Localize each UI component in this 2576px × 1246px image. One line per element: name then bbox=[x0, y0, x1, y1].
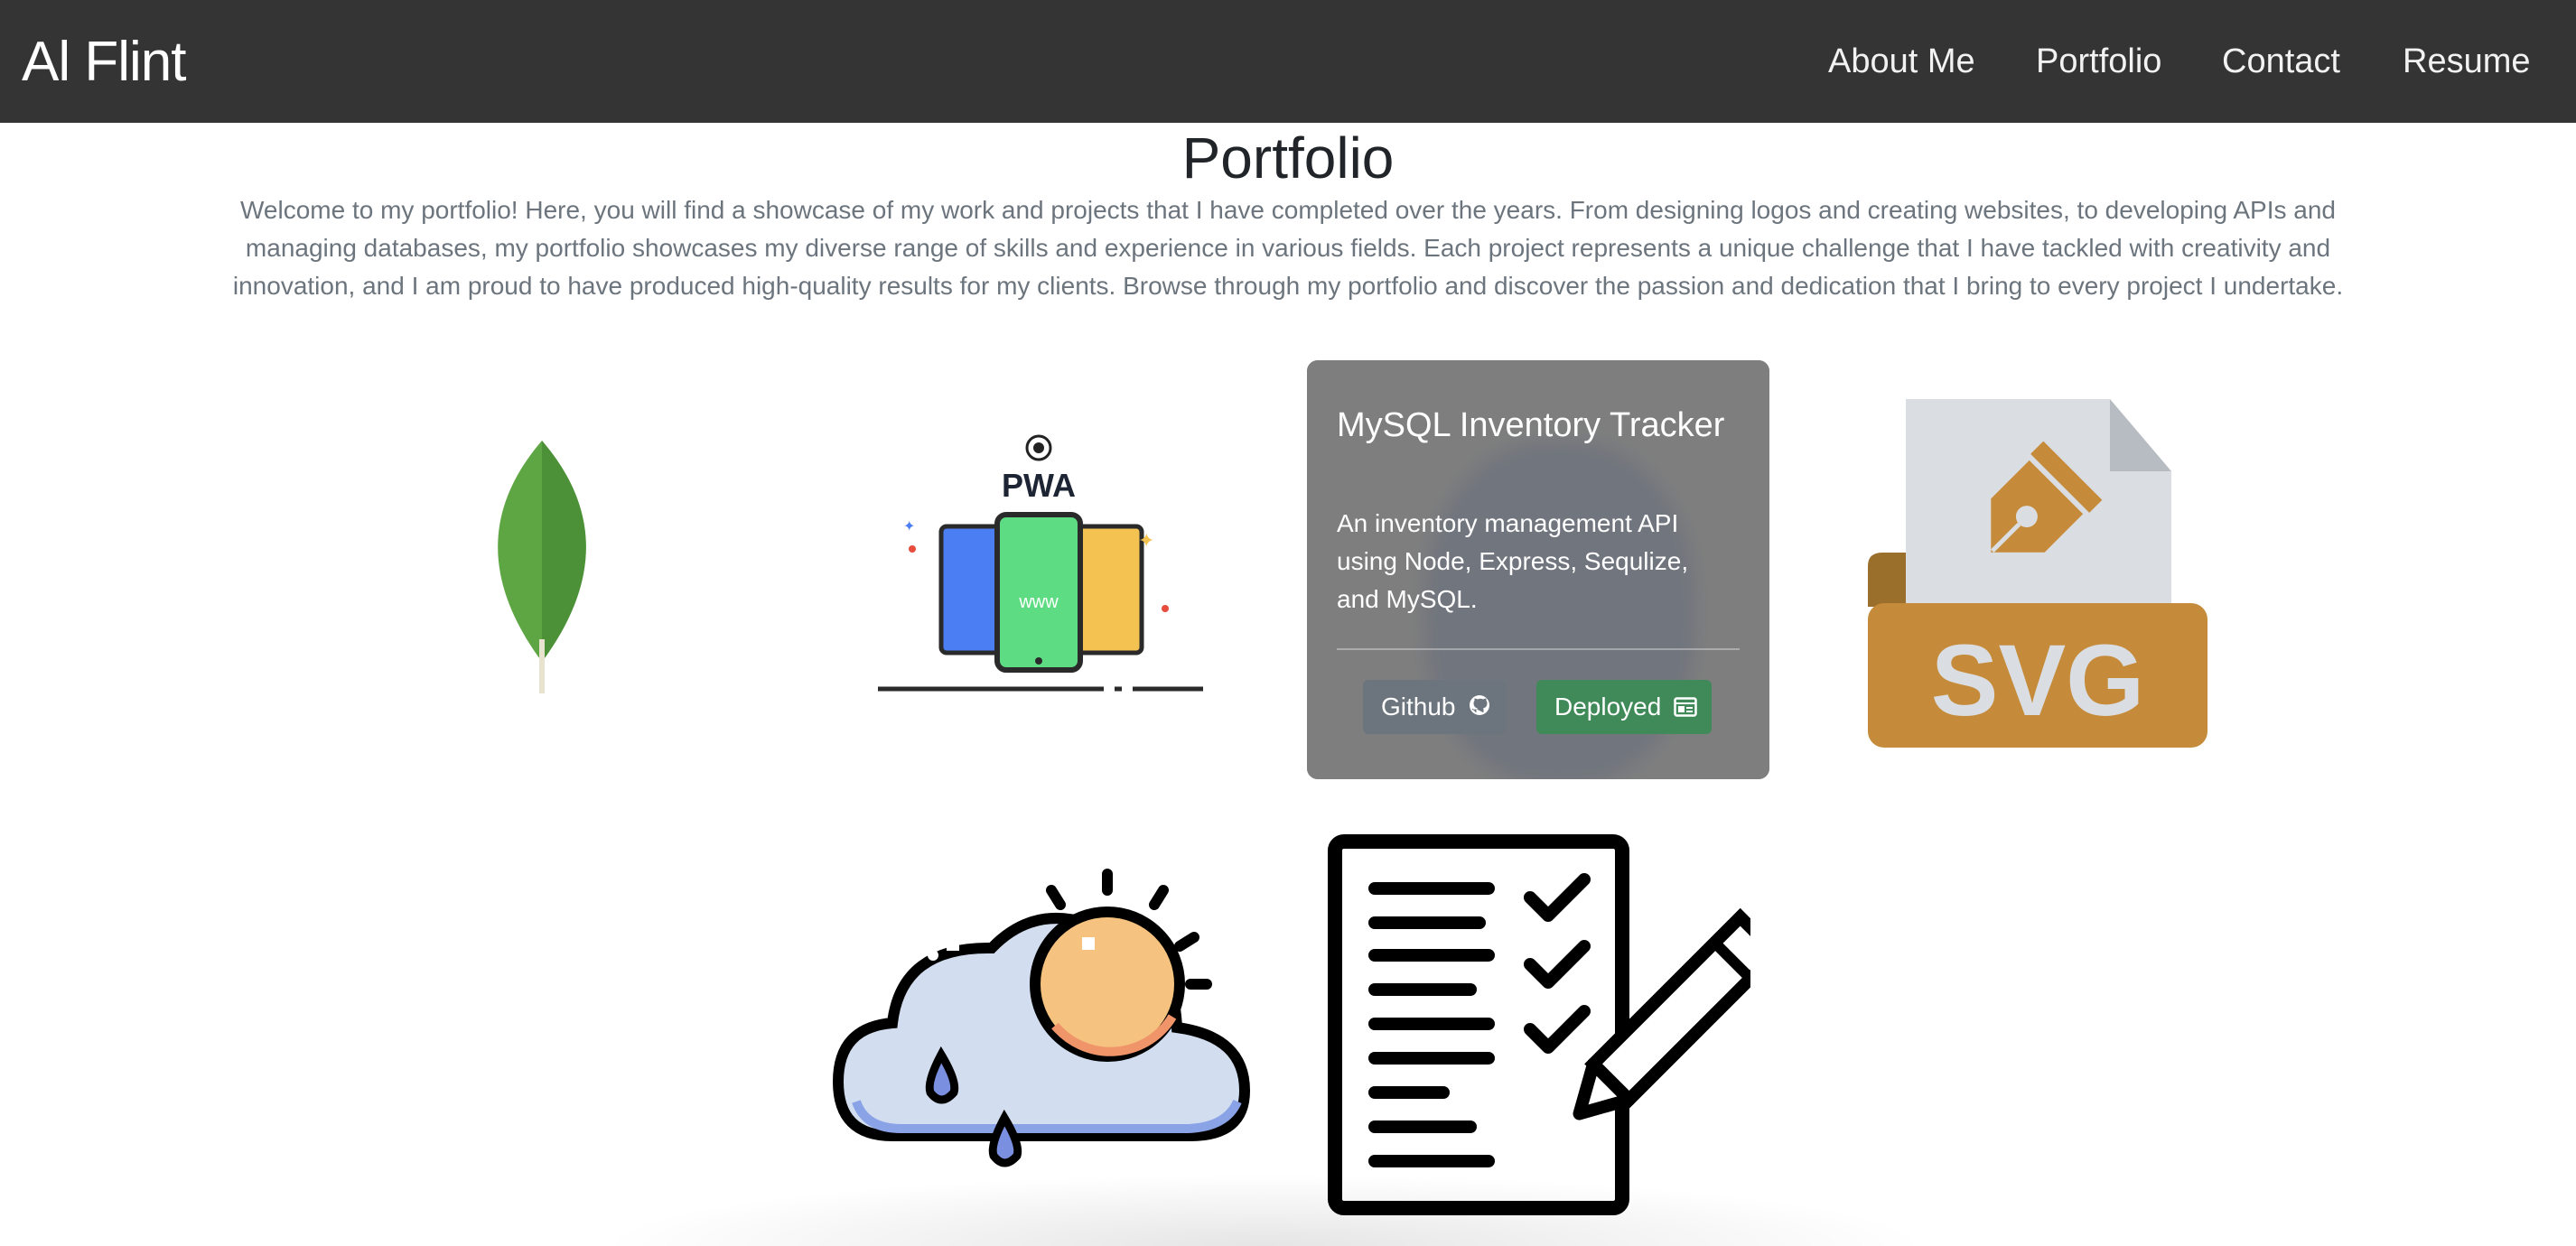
github-button[interactable]: Github bbox=[1363, 680, 1506, 734]
github-icon bbox=[1468, 682, 1491, 736]
card-shadow bbox=[596, 1174, 1933, 1246]
browser-window-icon bbox=[1674, 682, 1697, 736]
page-title: Portfolio bbox=[1181, 126, 1395, 191]
card-description: An inventory management API using Node, … bbox=[1337, 509, 1689, 613]
brand-link[interactable]: Al Flint bbox=[22, 31, 186, 94]
card-divider bbox=[1337, 648, 1740, 650]
project-tile-checklist[interactable] bbox=[1326, 834, 1786, 1217]
nav-link-resume[interactable]: Resume bbox=[2403, 40, 2531, 83]
svg-text:www: www bbox=[1018, 592, 1059, 612]
svg-text:✦: ✦ bbox=[903, 519, 915, 535]
navbar: Al Flint About Me Portfolio Contact Resu… bbox=[0, 0, 2576, 123]
nav-link-portfolio[interactable]: Portfolio bbox=[2036, 40, 2161, 83]
weather-cloud-sun-icon bbox=[832, 869, 1251, 1167]
project-tile-mongodb[interactable] bbox=[470, 432, 614, 702]
card-title: MySQL Inventory Tracker bbox=[1337, 406, 1725, 444]
mongodb-leaf-icon bbox=[498, 441, 586, 693]
pwa-devices-icon: PWA www ✦ ✦ bbox=[878, 434, 1203, 692]
svg-text:PWA: PWA bbox=[1002, 467, 1076, 504]
nav-link-contact[interactable]: Contact bbox=[2222, 40, 2340, 83]
nav-link-about-me[interactable]: About Me bbox=[1828, 40, 1975, 83]
project-tile-svg[interactable]: SVG bbox=[1864, 390, 2207, 751]
svg-text:SVG: SVG bbox=[1931, 624, 2145, 737]
deployed-button-label: Deployed bbox=[1554, 693, 1662, 721]
deployed-button[interactable]: Deployed bbox=[1536, 680, 1712, 734]
project-card-mysql-inventory[interactable]: MySQL Inventory Tracker An inventory man… bbox=[1307, 360, 1769, 779]
checklist-pencil-icon bbox=[1328, 834, 1786, 1215]
svg-file-icon: SVG bbox=[1868, 399, 2207, 748]
project-tile-weather[interactable] bbox=[829, 865, 1254, 1190]
intro-paragraph: Welcome to my portfolio! Here, you will … bbox=[232, 196, 2344, 300]
project-tile-pwa[interactable]: PWA www ✦ ✦ bbox=[867, 432, 1210, 702]
svg-text:✦: ✦ bbox=[1138, 529, 1154, 552]
github-button-label: Github bbox=[1381, 693, 1456, 721]
